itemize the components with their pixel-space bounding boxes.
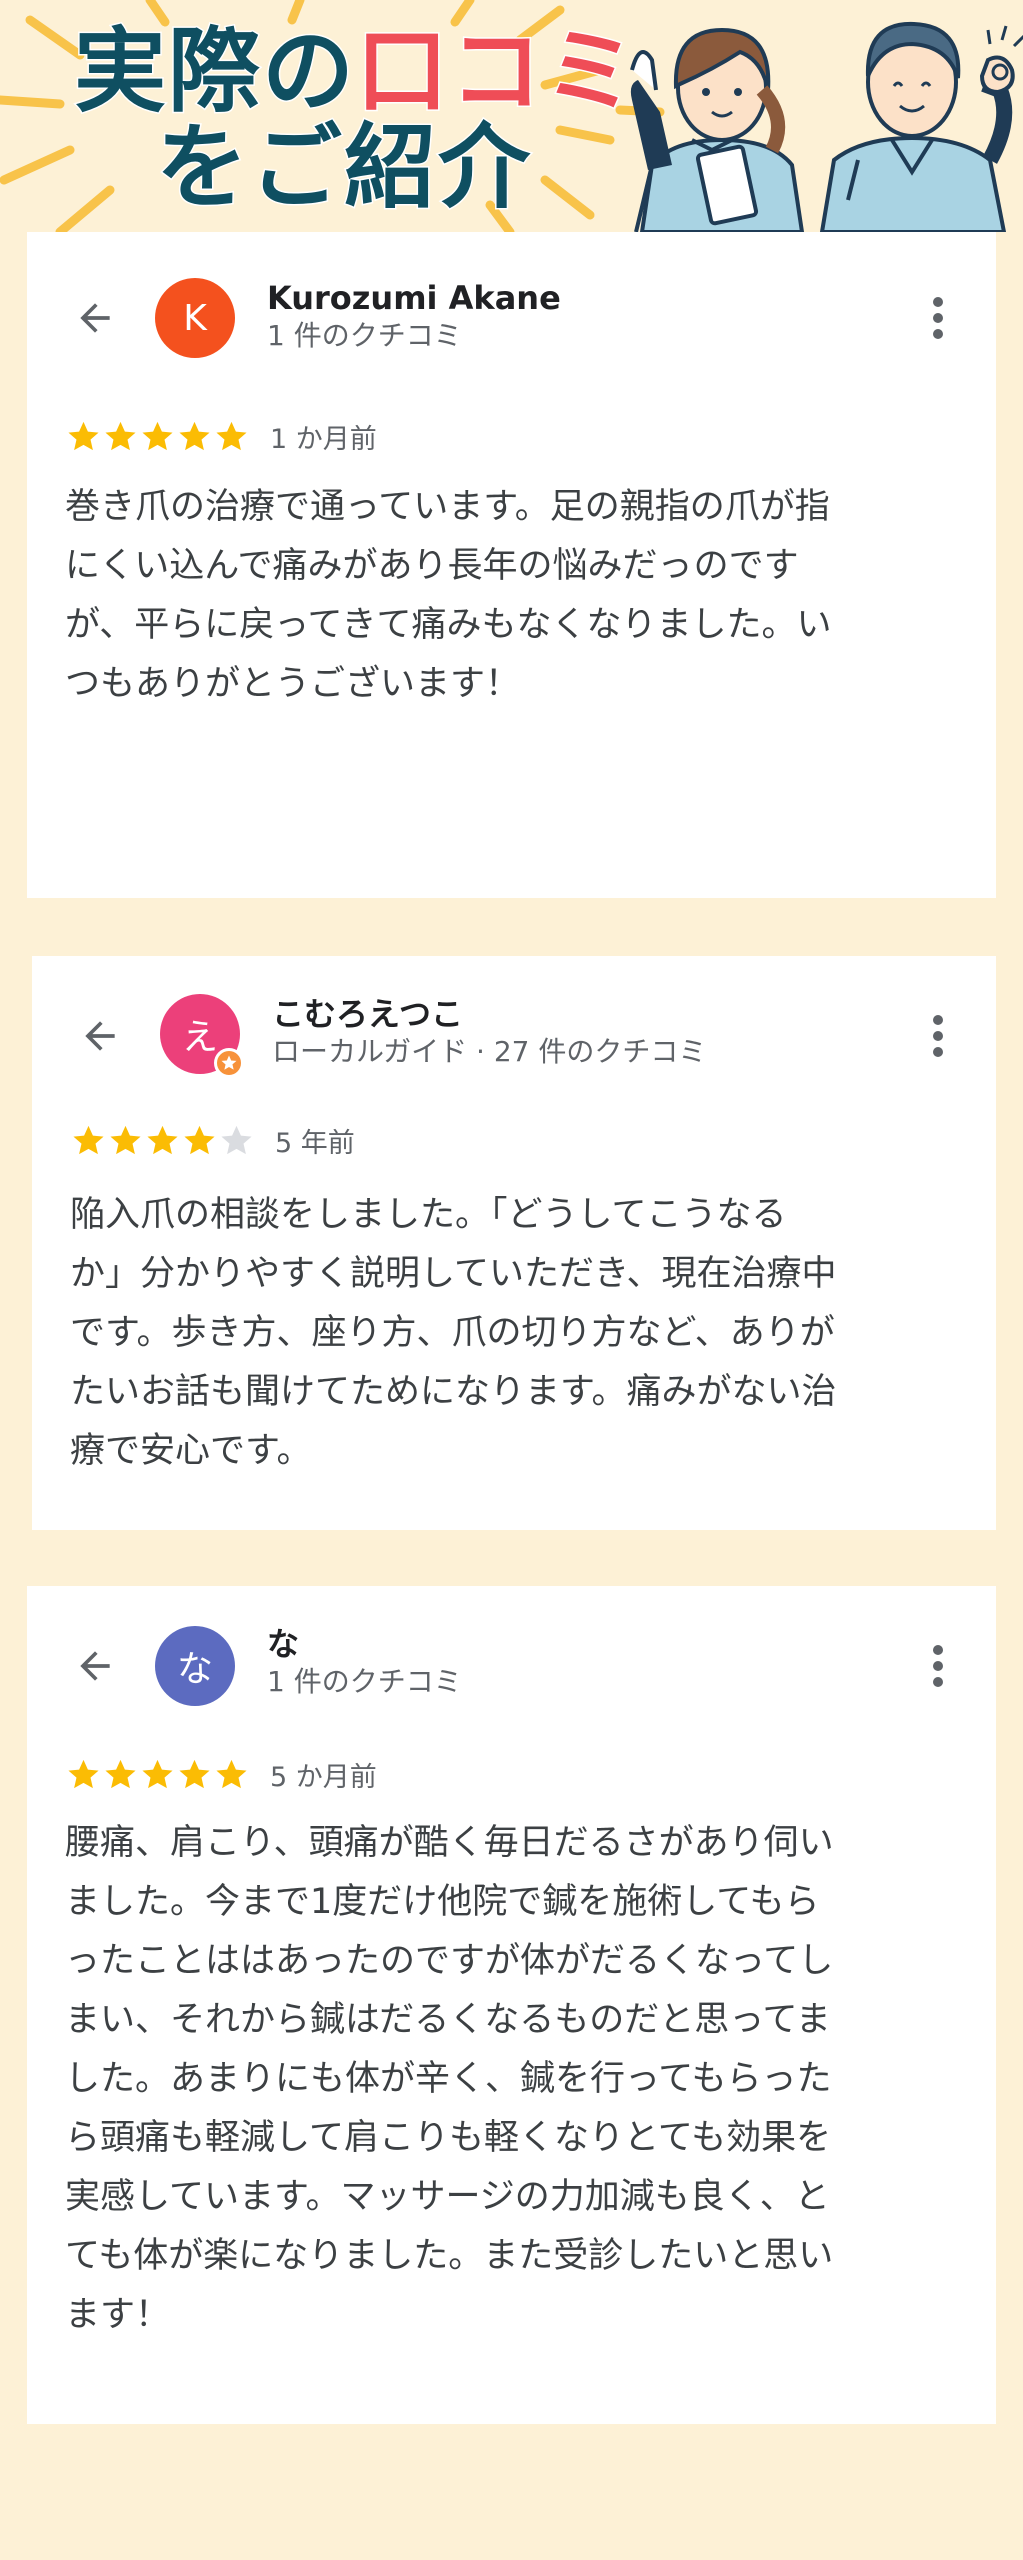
arrow-back-icon — [85, 1021, 115, 1051]
header-banner: 実際の口コミ をご紹介 — [0, 0, 1023, 232]
reviewer-review-count: ローカルガイド · 27 件のクチコミ — [272, 1035, 707, 1068]
rating-row: 5 か月前 — [65, 1754, 377, 1794]
star-filled-icon — [179, 421, 210, 450]
arrow-back-icon — [80, 1651, 110, 1681]
banner-title-accent: 口コミ — [355, 18, 639, 125]
avatar[interactable]: な — [155, 1626, 235, 1706]
star-filled-icon — [142, 1759, 173, 1788]
more-vert-icon — [933, 1645, 943, 1687]
male-staff-figure — [819, 21, 1023, 232]
reviewer-name[interactable]: こむろえつこ — [272, 994, 463, 1034]
star-rating — [70, 1122, 255, 1159]
reviewer-name[interactable]: Kurozumi Akane — [267, 278, 561, 318]
star-filled-icon — [147, 1125, 178, 1154]
more-options-button[interactable] — [920, 290, 956, 346]
banner-title-part1: 実際の — [72, 18, 357, 125]
back-button[interactable] — [67, 290, 123, 346]
back-button[interactable] — [67, 1638, 123, 1694]
star-rating — [65, 1756, 250, 1793]
star-filled-icon — [68, 421, 99, 450]
review-card: え こむろえつこ ローカルガイド · 27 件のクチコミ 5 年前 陥入爪の相談… — [32, 956, 996, 1530]
banner-title-line2: をご紹介 — [154, 114, 533, 221]
more-vert-icon — [933, 1015, 943, 1057]
avatar-letter: な — [176, 1649, 213, 1690]
banner-title-line1: 実際の口コミ — [72, 20, 638, 123]
female-staff-figure — [630, 27, 805, 232]
star-filled-icon — [179, 1759, 210, 1788]
back-button[interactable] — [72, 1008, 128, 1064]
review-date: 1 か月前 — [270, 423, 377, 455]
more-options-button[interactable] — [920, 1008, 956, 1064]
arrow-back-icon — [80, 303, 110, 333]
reviewer-name[interactable]: な — [267, 1624, 299, 1664]
star-filled-icon — [68, 1759, 99, 1788]
review-date: 5 か月前 — [270, 1761, 377, 1793]
star-filled-icon — [73, 1125, 104, 1154]
avatar-letter: え — [181, 1017, 218, 1058]
review-date: 5 年前 — [275, 1127, 355, 1159]
star-empty-icon — [221, 1125, 252, 1154]
reviewer-review-count: 1 件のクチコミ — [267, 1665, 462, 1698]
review-card: K Kurozumi Akane 1 件のクチコミ 1 か月前 巻き爪の治療で通… — [27, 232, 996, 898]
avatar[interactable]: え — [160, 994, 244, 1078]
local-guide-badge-icon — [214, 1048, 244, 1078]
star-filled-icon — [216, 1759, 247, 1788]
avatar-letter: K — [183, 297, 207, 339]
staff-illustration — [630, 21, 1023, 232]
review-card: な な 1 件のクチコミ 5 か月前 腰痛、肩こり、頭痛が酷く毎日だるさがあり伺… — [27, 1586, 996, 2424]
review-text: 腰痛、肩こり、頭痛が酷く毎日だるさがあり伺い ました。今まで1度だけ他院で鍼を施… — [65, 1823, 834, 2335]
star-filled-icon — [184, 1125, 215, 1154]
star-filled-icon — [142, 421, 173, 450]
avatar[interactable]: K — [155, 278, 235, 358]
more-vert-icon — [933, 297, 943, 339]
star-filled-icon — [105, 1759, 136, 1788]
more-options-button[interactable] — [920, 1638, 956, 1694]
star-rating — [65, 418, 250, 455]
rating-row: 5 年前 — [70, 1120, 355, 1160]
review-text: 陥入爪の相談をしました。「どうしてこうなる か」分かりやすく説明していただき、現… — [70, 1195, 837, 1471]
star-filled-icon — [110, 1125, 141, 1154]
star-filled-icon — [216, 421, 247, 450]
review-text: 巻き爪の治療で通っています。足の親指の爪が指 にくい込んで痛みがあり長年の悩みだ… — [65, 487, 832, 704]
reviewer-review-count: 1 件のクチコミ — [267, 319, 462, 352]
rating-row: 1 か月前 — [65, 416, 377, 456]
star-filled-icon — [105, 421, 136, 450]
